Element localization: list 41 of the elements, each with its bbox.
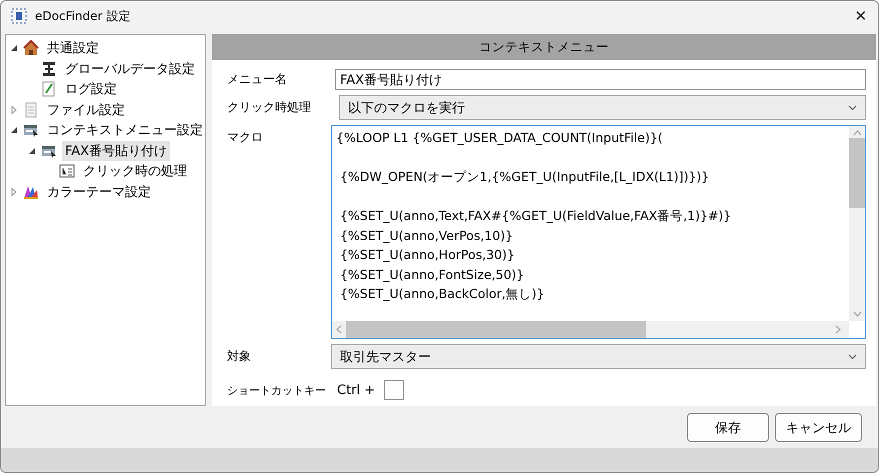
list-icon (59, 163, 75, 180)
action-dropdown[interactable]: 以下のマクロを実行 (339, 95, 866, 120)
caret-icon (848, 104, 857, 110)
window-cursor-icon (23, 122, 39, 138)
macro-text: {%LOOP L1 {%GET_USER_DATA_COUNT(InputFile)}( {%DW_OPEN(オープン1,{%GET_U(InputFile,[L_IDX(L1)])})} {%SET_U(anno,Text,FAX#{%GET_U(FieldValue,FAX番号,1)}#)} {%SET_U(anno,VerPos,10)} {%SET_U(anno,HorPos,30)} {%SET_U(anno,FontSize,50)} {%SET_U(anno,BackColor,無し)} (335, 129, 732, 303)
field-label: マクロ (227, 129, 264, 146)
close-button[interactable]: ✕ (844, 1, 878, 31)
document-icon (23, 102, 39, 118)
field-label: 対象 (227, 348, 252, 365)
field-label: メニュー名 (227, 71, 288, 88)
app-icon (11, 8, 27, 24)
target-dropdown[interactable]: 取引先マスター (331, 344, 866, 369)
expanded-triangle-icon[interactable] (10, 126, 18, 134)
expanded-triangle-icon[interactable] (28, 146, 36, 155)
menu-name-field[interactable]: FAX番号貼り付け (335, 69, 866, 90)
tree-item[interactable]: クリック時の処理 (80, 161, 190, 182)
collapsed-triangle-icon[interactable] (10, 188, 18, 196)
panel-header: コンテキストメニュー (212, 34, 876, 60)
tree-item[interactable]: ログ設定 (62, 79, 120, 100)
tree-item[interactable]: コンテキストメニュー設定 (44, 120, 206, 140)
ctrl-label: Ctrl + (337, 382, 376, 398)
tree-item[interactable]: 共通設定 (44, 38, 102, 58)
data-icon (41, 60, 57, 77)
dialog-button[interactable]: 保存 (687, 413, 769, 442)
shortcut-key-field[interactable] (384, 380, 404, 400)
vertical-scrollbar[interactable] (849, 126, 865, 321)
horizontal-scrollbar[interactable] (332, 321, 849, 338)
caret-icon (848, 354, 857, 360)
tree-item[interactable]: カラーテーマ設定 (44, 182, 154, 202)
window-title: eDocFinder 設定 (35, 8, 132, 24)
dialog-button[interactable]: キャンセル (775, 413, 862, 442)
pencil-document-icon (41, 81, 57, 98)
expanded-triangle-icon[interactable] (10, 44, 18, 52)
tree-item[interactable]: FAX番号貼り付け (62, 140, 170, 161)
field-label: ショートカットキー (227, 382, 327, 398)
field-label: クリック時処理 (227, 99, 312, 116)
macro-editor[interactable] (331, 125, 866, 339)
tree-item[interactable]: ファイル設定 (44, 100, 128, 120)
house-icon (23, 40, 39, 56)
tree-item[interactable]: グローバルデータ設定 (62, 58, 198, 79)
collapsed-triangle-icon[interactable] (10, 106, 18, 114)
